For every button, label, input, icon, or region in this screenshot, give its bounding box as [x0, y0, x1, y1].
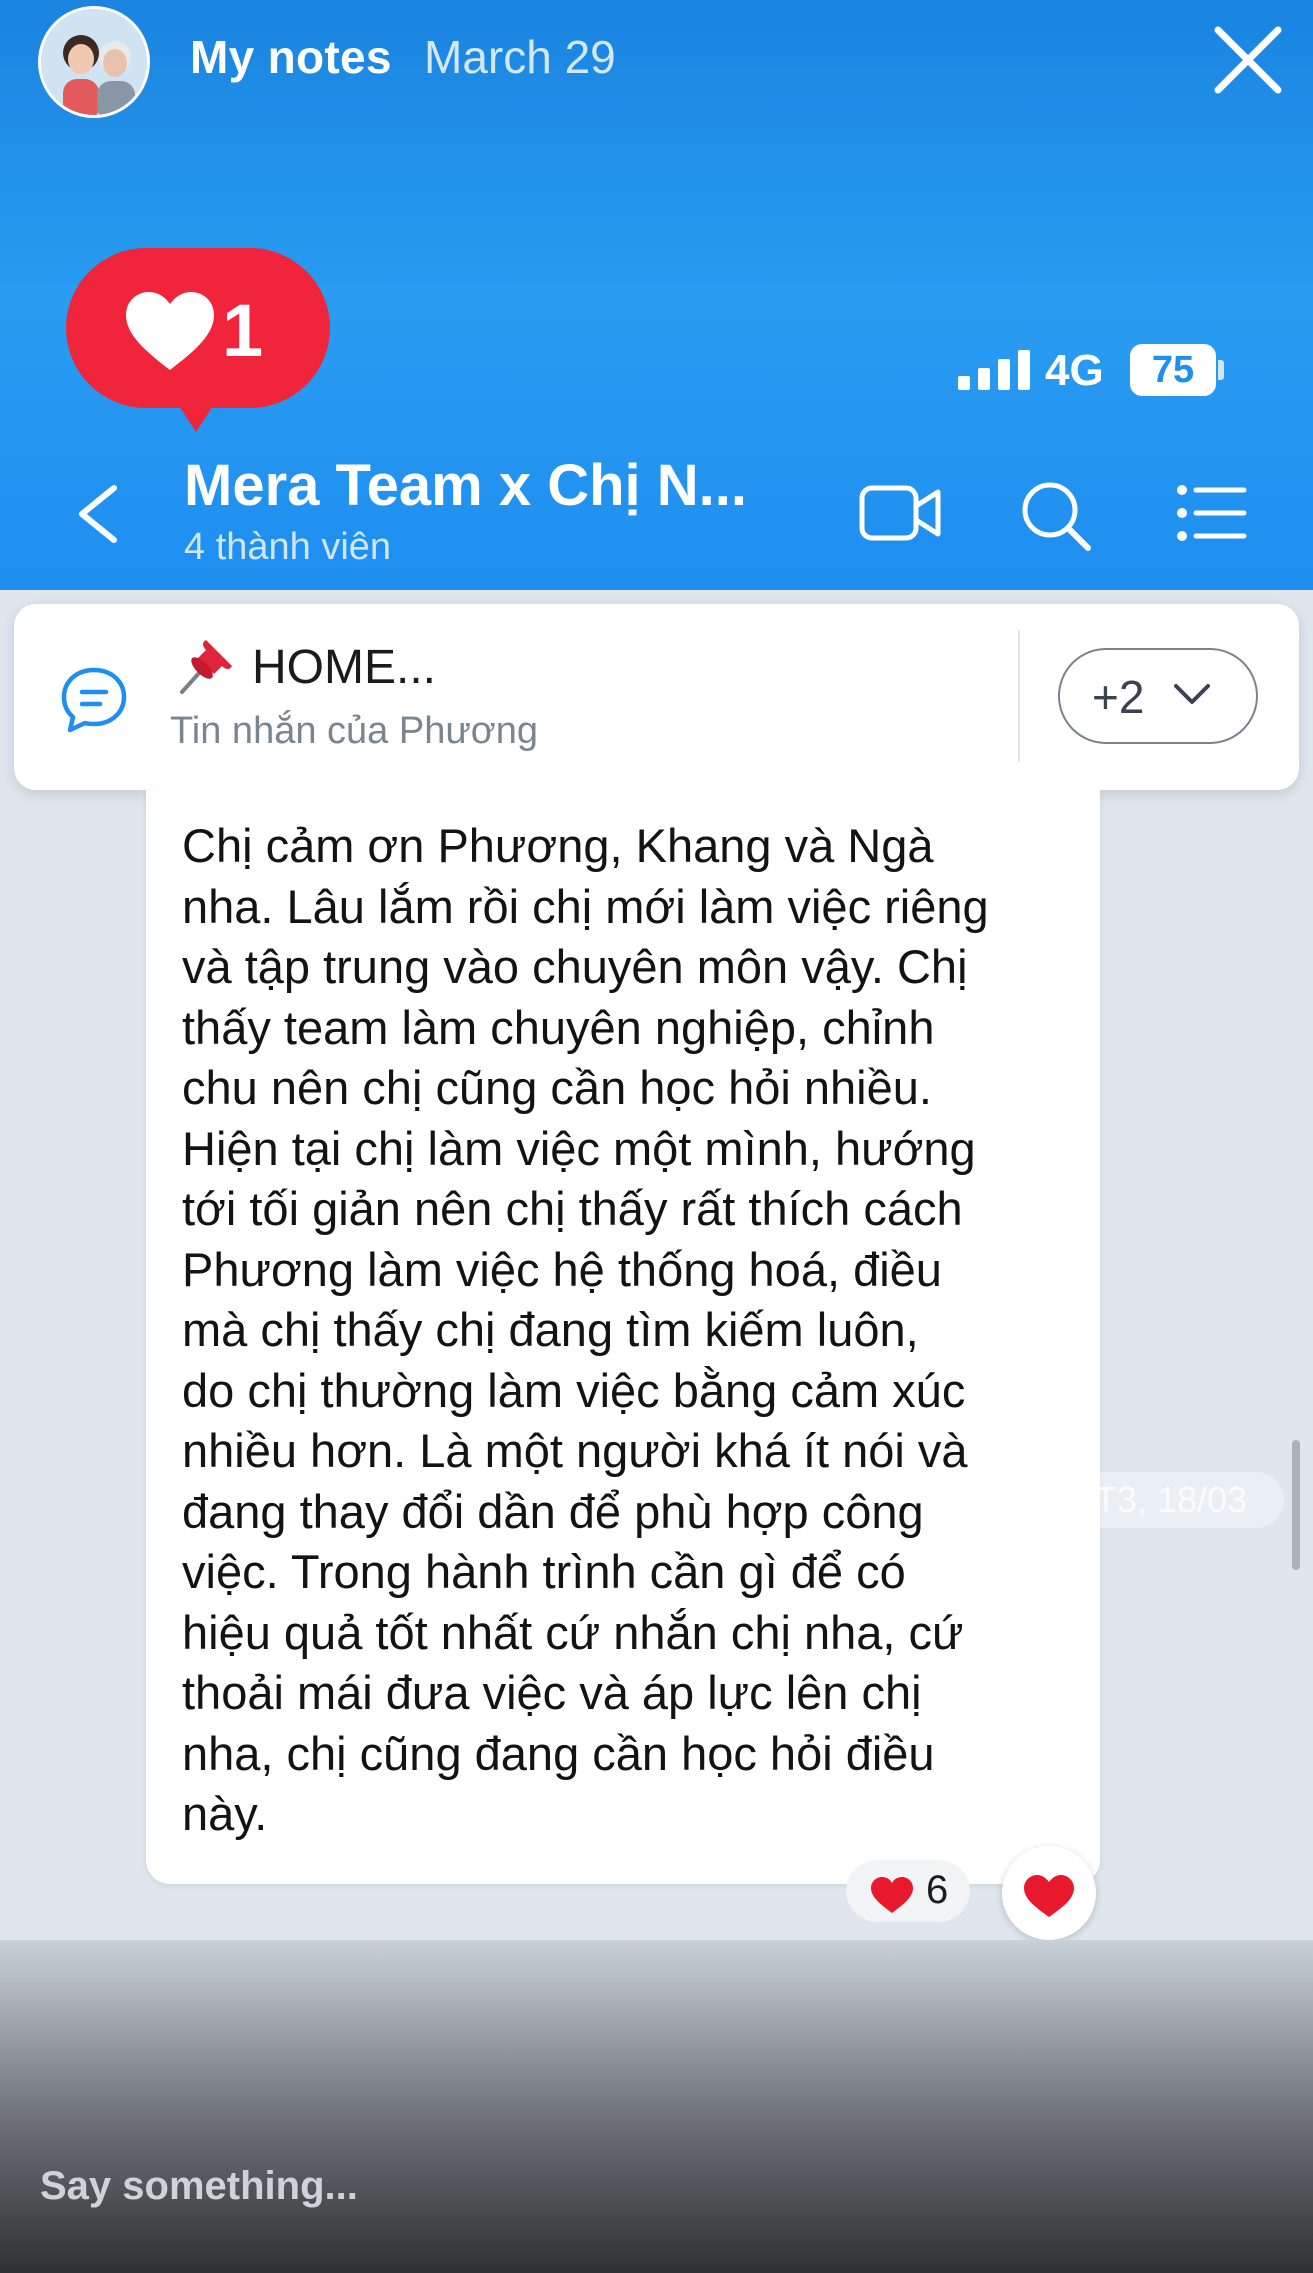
scrollbar[interactable]	[1292, 1440, 1300, 1570]
reaction-count: 6	[926, 1868, 949, 1912]
chevron-down-icon	[1174, 684, 1210, 704]
story-date: March 29	[424, 31, 616, 83]
menu-icon[interactable]	[1176, 478, 1248, 548]
battery-tip	[1218, 360, 1224, 380]
close-icon[interactable]	[1208, 20, 1288, 100]
story-username: My notes	[190, 31, 392, 83]
heart-icon	[1024, 1875, 1074, 1917]
signal-icon	[958, 350, 1030, 390]
heart-icon	[126, 292, 214, 370]
battery-indicator: 75	[1130, 344, 1216, 396]
network-label: 4G	[1045, 346, 1104, 395]
chat-title[interactable]: Mera Team x Chị N...	[184, 452, 747, 519]
member-count[interactable]: 4 thành viên	[184, 526, 391, 569]
more-pinned-count: +2	[1092, 671, 1145, 723]
like-count: 1	[222, 289, 264, 372]
more-pinned-button[interactable]	[1058, 648, 1258, 744]
pin-icon	[180, 640, 232, 694]
chat-bubble-icon	[61, 667, 127, 733]
heart-icon	[871, 1877, 913, 1913]
back-icon[interactable]	[70, 482, 126, 546]
video-call-icon[interactable]	[858, 478, 944, 548]
search-icon[interactable]	[1018, 478, 1094, 554]
story-reply-input[interactable]: Say something...	[40, 2164, 1040, 2228]
story-avatar[interactable]	[38, 6, 150, 118]
message-text: Chị cảm ơn Phương, Khang và Ngà nha. Lâu…	[182, 819, 989, 1840]
like-badge-tail	[174, 398, 218, 432]
pinned-sender: Tin nhắn của Phương	[170, 710, 538, 752]
message-timestamp: T3, 18/03	[1058, 1472, 1284, 1528]
pinned-title: HOME...	[252, 641, 437, 694]
pinned-divider	[1018, 630, 1020, 762]
